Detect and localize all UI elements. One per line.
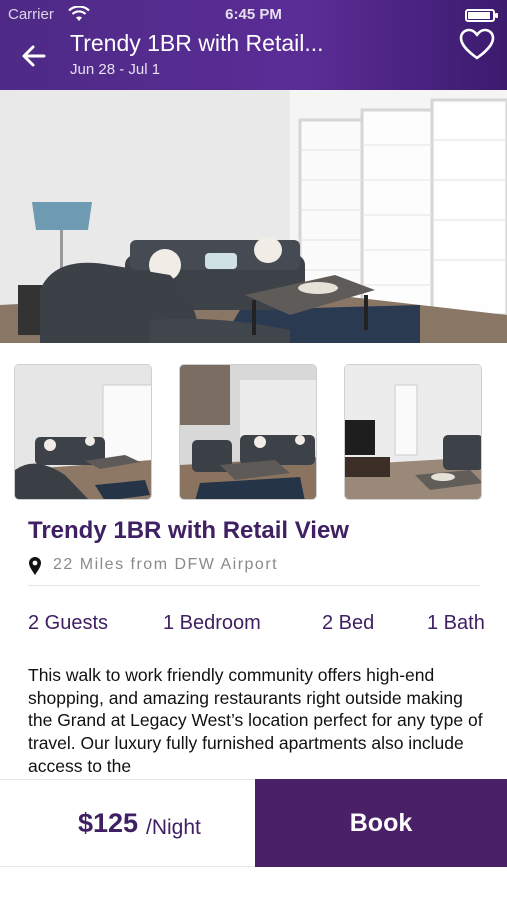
listing-name: Trendy 1BR with Retail View [28,517,349,544]
price-value: $125 [78,808,139,838]
book-button[interactable]: Book [255,779,507,867]
amenity-guests: 2 Guests [28,612,109,634]
listing-description: This walk to work friendly community off… [28,665,483,776]
stay-dates: Jun 28 - Jul 1 [70,61,161,78]
thumbnail-1[interactable] [14,364,152,500]
price-unit: /Night [146,816,201,839]
back-arrow-icon[interactable] [18,40,50,72]
map-pin-icon [29,557,41,575]
thumbnail-2[interactable] [179,364,317,500]
page-title: Trendy 1BR with Retail... [70,30,324,56]
status-bar: Carrier 6:45 PM [0,0,507,30]
thumbnail-3[interactable] [344,364,482,500]
amenity-beds: 2 Bed [322,612,375,634]
amenity-bedroom: 1 Bedroom [163,612,261,634]
amenity-bath: 1 Bath [427,612,485,634]
price-box: $125 /Night [0,779,255,867]
status-time: 6:45 PM [225,6,282,23]
photo-thumbnails [14,364,484,500]
location-row: 22 Miles from DFW Airport [28,554,480,586]
app-header: Carrier 6:45 PM Trendy 1BR with Retail..… [0,0,507,90]
booking-bar: $125 /Night Book [0,779,507,867]
location-text: 22 Miles from DFW Airport [53,556,279,573]
heart-icon[interactable] [458,27,496,61]
battery-icon [465,9,498,22]
hero-photo[interactable] [0,90,507,343]
